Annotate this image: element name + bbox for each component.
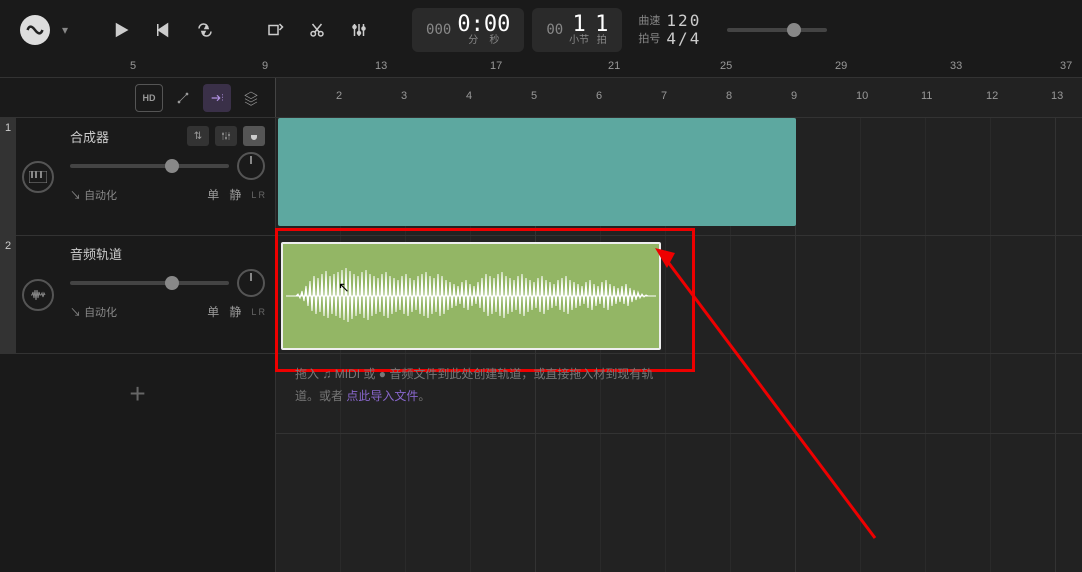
note-icon: ♫ [322,367,334,381]
waveform [283,244,659,348]
track-number: 2 [0,236,16,353]
layers-button[interactable] [237,84,265,112]
selection-tool-button[interactable] [258,13,292,47]
arrangement-area[interactable]: ↖ 拖入 ♫ MIDI 或 ● 音频文件到此处创建轨道，或直接拖入材到现有轨 道… [275,118,1082,572]
midi-clip[interactable] [278,118,796,226]
track-name[interactable]: 合成器 [70,127,181,146]
snap-button[interactable] [203,84,231,112]
settings-icon[interactable] [215,126,237,146]
loop-button[interactable] [188,13,222,47]
skip-back-button[interactable] [146,13,180,47]
tempo-display[interactable]: 曲速120 拍号4/4 [630,9,709,51]
time-display[interactable]: 000 0:00 分 秒 [412,8,524,52]
automation-toggle[interactable]: ↘ 自动化 [70,187,117,203]
mixer-button[interactable] [342,13,376,47]
track-header-2[interactable]: 2 音频轨道 ↘ 自动化 单 静 L R [0,236,275,354]
timeline-ruler-bars[interactable]: 2 3 4 5 6 7 8 9 10 11 12 13 [275,78,1082,117]
zoom-thumb[interactable] [787,23,801,37]
automation-toggle[interactable]: ↘ 自动化 [70,304,117,320]
time-prefix: 000 [426,22,451,38]
piano-icon [22,161,54,193]
track-header-1[interactable]: 1 合成器 ⇅ ↘ 自动化 单 静 L R [0,118,275,236]
track-number: 1 [0,118,16,235]
pan-knob[interactable] [237,152,265,180]
drop-zone[interactable]: 拖入 ♫ MIDI 或 ● 音频文件到此处创建轨道，或直接拖入材到现有轨 道。或… [275,354,1082,434]
add-track-button[interactable]: + [0,354,275,434]
app-logo[interactable] [20,15,50,45]
logo-menu-caret[interactable]: ▾ [62,23,68,37]
volume-slider[interactable] [70,281,229,285]
audio-wave-icon [22,279,54,311]
timeline-ruler-top[interactable]: 5 9 13 17 21 25 29 33 37 [0,60,1082,78]
automation-view-button[interactable] [169,84,197,112]
volume-slider[interactable] [70,164,229,168]
cut-tool-button[interactable] [300,13,334,47]
solo-button[interactable]: 单 [207,186,219,203]
volume-thumb[interactable] [165,159,179,173]
mute-button[interactable]: 静 [229,303,241,320]
bar-prefix: 00 [546,22,563,38]
disc-icon: ● [379,367,390,381]
solo-button[interactable]: 单 [207,303,219,320]
track-name[interactable]: 音频轨道 [70,244,265,263]
hd-button[interactable]: HD [135,84,163,112]
audio-clip[interactable]: ↖ [281,242,661,350]
cursor-icon: ↖ [338,279,350,296]
volume-thumb[interactable] [165,276,179,290]
plug-icon[interactable] [243,126,265,146]
bar-beat-display[interactable]: 00 1小节 1拍 [532,8,622,52]
expand-icon[interactable]: ⇅ [187,126,209,146]
play-button[interactable] [104,13,138,47]
import-file-link[interactable]: 点此导入文件 [346,389,418,403]
mute-button[interactable]: 静 [229,186,241,203]
time-main: 0:00 [457,14,510,36]
zoom-slider[interactable] [727,28,827,32]
pan-knob[interactable] [237,269,265,297]
